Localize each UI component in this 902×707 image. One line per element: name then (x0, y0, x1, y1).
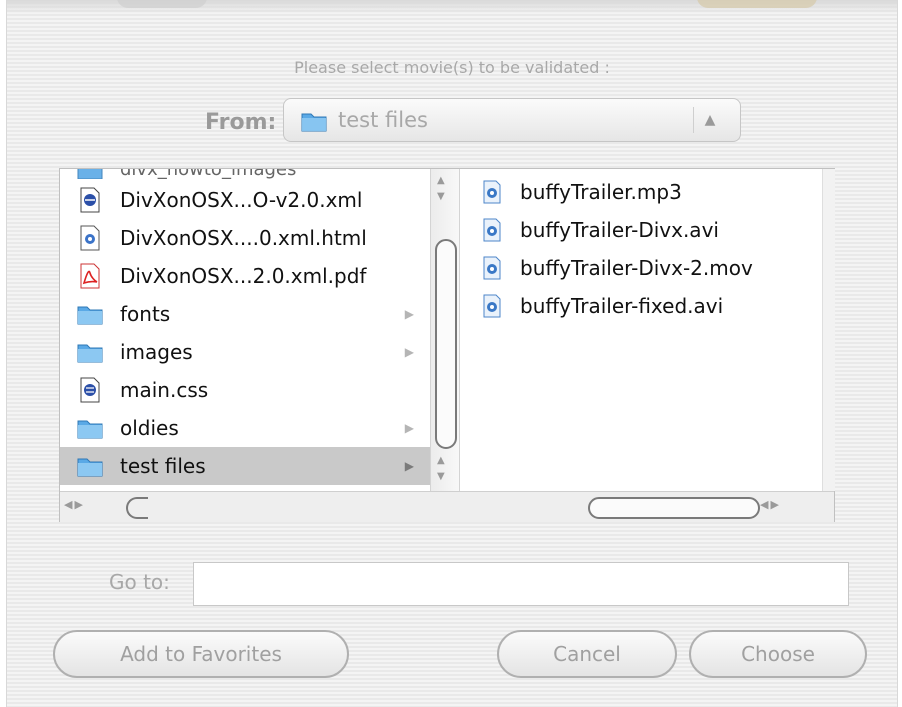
media-file-icon (480, 293, 504, 319)
list-item-label: DivXonOSX...2.0.xml.pdf (120, 264, 367, 288)
column-browser: divx_howto_images DivXonOSX...O-v2.0.xml… (59, 168, 835, 522)
folder-icon (300, 109, 328, 137)
list-item-label: fonts (120, 302, 171, 326)
pdf-document-icon (76, 263, 104, 289)
list-item[interactable]: oldies ▶ (60, 409, 430, 447)
disclosure-arrow-icon: ▶ (404, 307, 414, 321)
disclosure-arrow-icon: ▶ (404, 421, 414, 435)
scroll-thumb[interactable] (435, 239, 457, 449)
goto-input[interactable] (193, 562, 849, 606)
xml-document-icon (76, 187, 104, 213)
list-item[interactable]: DivXonOSX...2.0.xml.pdf (60, 257, 430, 295)
media-file-icon (480, 255, 504, 281)
horizontal-scrollbar[interactable]: ◀▶ ◀▶ (60, 491, 834, 522)
list-item-label: images (120, 340, 193, 364)
vertical-scrollbar-right[interactable] (822, 169, 835, 491)
browser-column-files: buffyTrailer.mp3 buffyTrailer-Divx.avi buf… (472, 169, 822, 491)
dialog-prompt: Please select movie(s) to be validated : (294, 58, 610, 77)
list-item[interactable]: fonts ▶ (60, 295, 430, 333)
list-item-label: oldies (120, 416, 179, 440)
horizontal-scroll-thumb[interactable] (588, 497, 760, 519)
file-name: buffyTrailer.mp3 (520, 180, 682, 204)
from-label: From: (205, 110, 277, 135)
scroll-up-arrow-icon[interactable]: ▲ (437, 175, 445, 186)
list-item[interactable]: DivXonOSX...O-v2.0.xml (60, 181, 430, 219)
cancel-button[interactable]: Cancel (497, 630, 677, 678)
list-item-label: DivXonOSX....0.xml.html (120, 226, 367, 250)
list-item[interactable]: DivXonOSX....0.xml.html (60, 219, 430, 257)
popup-arrows-icon: ▲ (693, 107, 726, 133)
list-item-label: DivXonOSX...O-v2.0.xml (120, 188, 363, 212)
file-name: buffyTrailer-fixed.avi (520, 294, 724, 318)
disclosure-arrow-icon: ▶ (404, 459, 414, 473)
scroll-left-arrows-icon[interactable]: ◀▶ (64, 498, 85, 511)
add-to-favorites-button[interactable]: Add to Favorites (53, 630, 349, 678)
media-file-icon (480, 179, 504, 205)
list-item[interactable]: test files ▶ (60, 447, 430, 485)
file-chooser-dialog: Please select movie(s) to be validated :… (6, 0, 898, 707)
background-blur-shape (697, 0, 817, 8)
list-item-label: main.css (120, 378, 209, 402)
html-document-icon (76, 225, 104, 251)
folder-icon (76, 415, 104, 441)
list-item-label: test files (120, 454, 206, 478)
file-row[interactable]: buffyTrailer-Divx.avi (472, 211, 822, 249)
folder-icon (76, 339, 104, 365)
list-item[interactable]: main.css (60, 371, 430, 409)
file-row[interactable]: buffyTrailer-fixed.avi (472, 287, 822, 325)
goto-label: Go to: (109, 570, 170, 594)
choose-button[interactable]: Choose (689, 630, 867, 678)
media-file-icon (480, 217, 504, 243)
list-item[interactable]: images ▶ (60, 333, 430, 371)
scroll-down-arrow-icon[interactable]: ▼ (437, 191, 445, 202)
browser-column-parent: divx_howto_images DivXonOSX...O-v2.0.xml… (60, 169, 430, 491)
scroll-right-arrows-icon[interactable]: ◀▶ (760, 498, 781, 511)
folder-icon (76, 453, 104, 479)
css-document-icon (76, 377, 104, 403)
file-name: buffyTrailer-Divx.avi (520, 218, 719, 242)
from-location-value: test files (338, 108, 428, 132)
scroll-track-start (126, 497, 148, 519)
from-location-popup[interactable]: test files ▲ (283, 98, 741, 142)
file-name: buffyTrailer-Divx-2.mov (520, 256, 753, 280)
file-row[interactable]: buffyTrailer.mp3 (472, 173, 822, 211)
disclosure-arrow-icon: ▶ (404, 345, 414, 359)
scroll-up-arrow-icon[interactable]: ▲ (437, 455, 445, 466)
folder-icon (76, 301, 104, 327)
vertical-scrollbar[interactable]: ▲ ▼ ▲ ▼ (430, 169, 460, 491)
scroll-down-arrow-icon[interactable]: ▼ (437, 471, 445, 482)
background-blur-shape (117, 0, 207, 8)
list-item[interactable]: divx_howto_images (60, 169, 430, 180)
file-row[interactable]: buffyTrailer-Divx-2.mov (472, 249, 822, 287)
